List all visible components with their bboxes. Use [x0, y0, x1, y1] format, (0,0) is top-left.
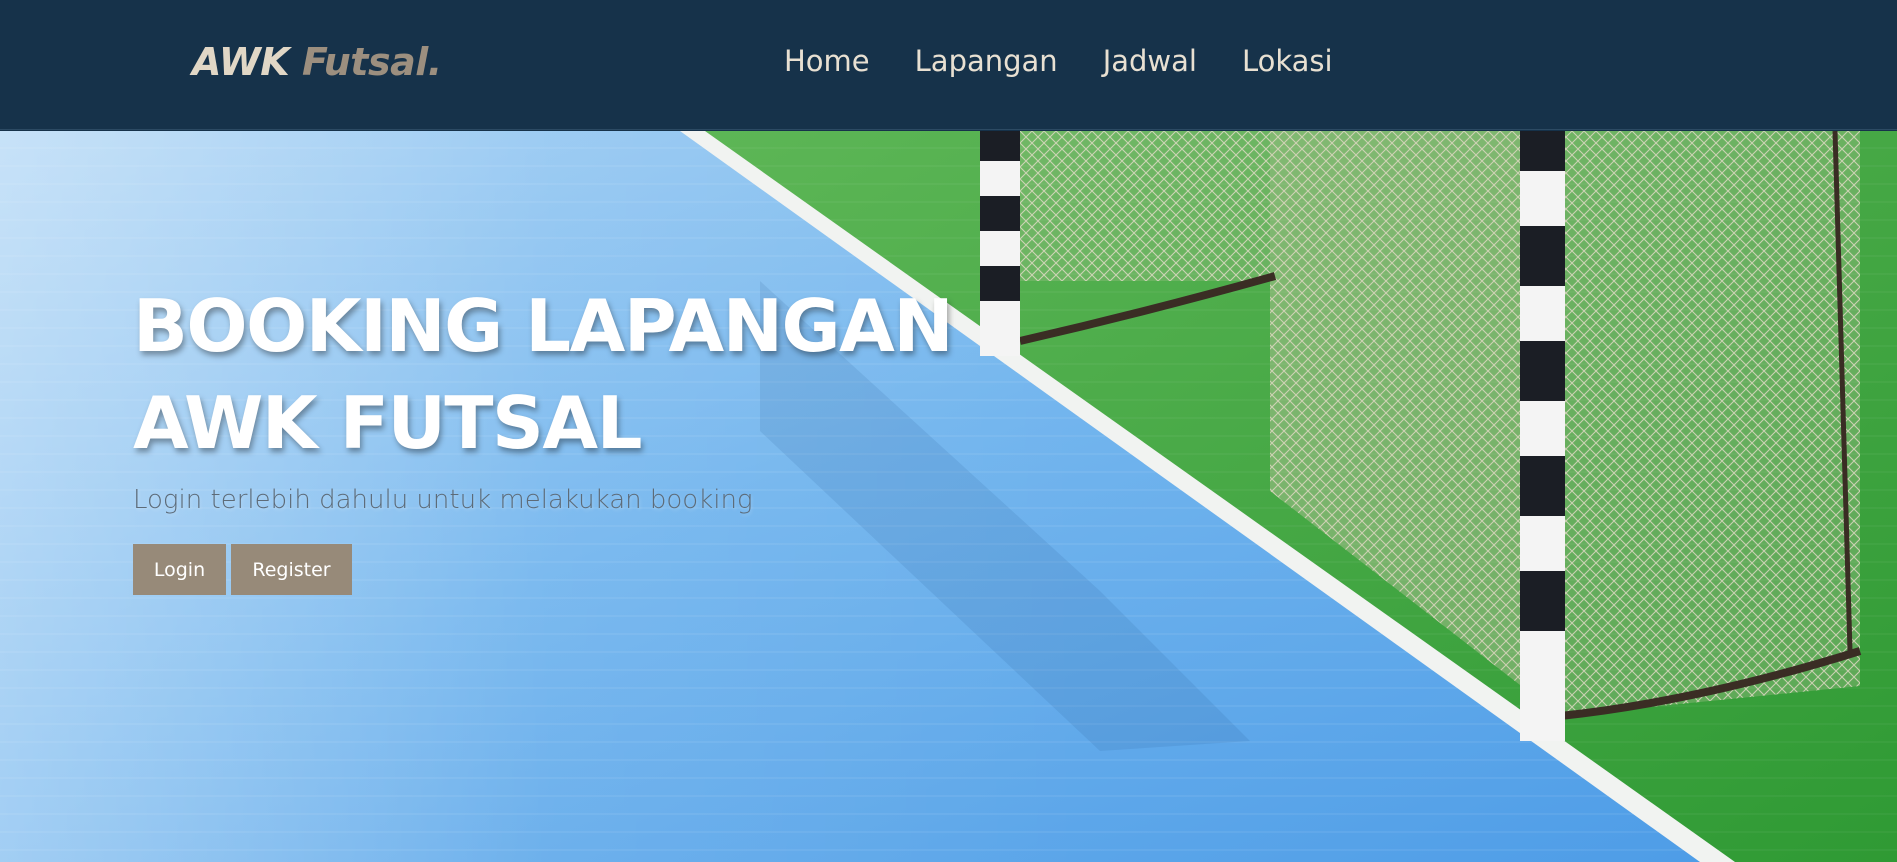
- brand-name-part1: AWK: [192, 40, 290, 84]
- login-button[interactable]: Login: [133, 544, 226, 595]
- brand-logo[interactable]: AWK Futsal.: [192, 40, 442, 84]
- navbar: AWK Futsal. Home Lapangan Jadwal Lokasi: [0, 0, 1897, 130]
- hero-title-line2: AWK FUTSAL: [133, 381, 642, 465]
- nav-menu: Home Lapangan Jadwal Lokasi: [784, 44, 1333, 78]
- brand-name-part2: Futsal.: [301, 40, 442, 84]
- hero-title: BOOKING LAPANGAN AWK FUTSAL: [133, 278, 954, 472]
- nav-link-home[interactable]: Home: [784, 44, 870, 78]
- nav-link-jadwal[interactable]: Jadwal: [1103, 44, 1197, 78]
- hero-section: BOOKING LAPANGAN AWK FUTSAL Login terleb…: [0, 131, 1897, 862]
- hero-title-line1: BOOKING LAPANGAN: [133, 284, 954, 368]
- hero-subtitle: Login terlebih dahulu untuk melakukan bo…: [133, 485, 753, 515]
- nav-link-lapangan[interactable]: Lapangan: [915, 44, 1058, 78]
- nav-link-lokasi[interactable]: Lokasi: [1242, 44, 1333, 78]
- register-button[interactable]: Register: [231, 544, 352, 595]
